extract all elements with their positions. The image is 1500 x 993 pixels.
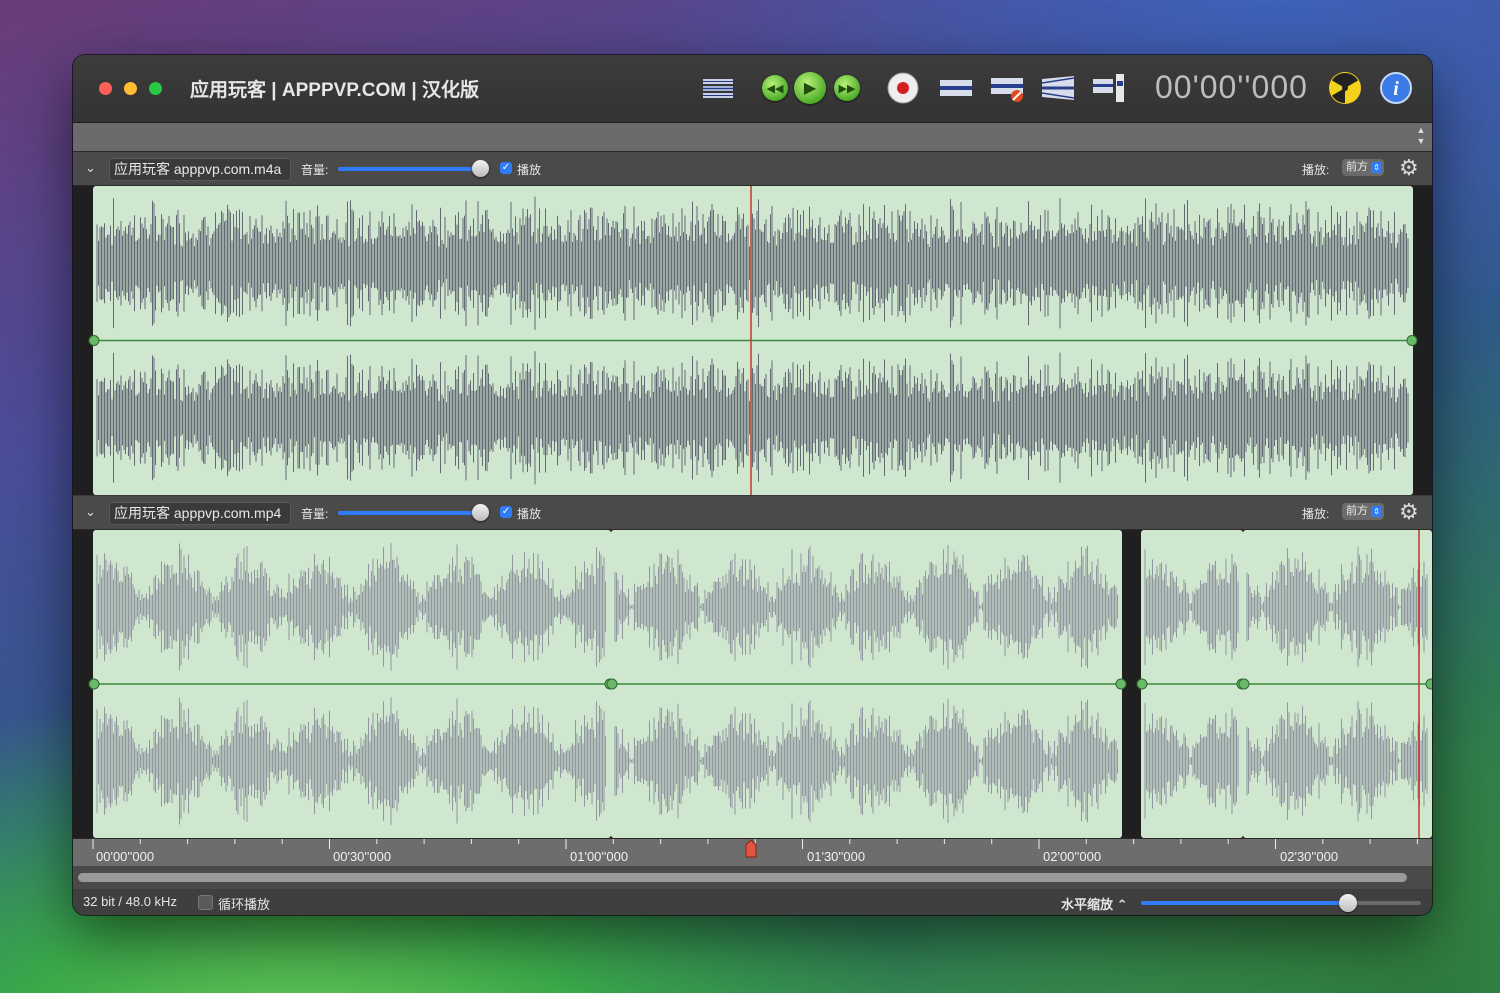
playback-label: 播放: bbox=[1302, 507, 1330, 521]
horizontal-scrollbar[interactable] bbox=[73, 866, 1432, 889]
zoom-window-button[interactable] bbox=[149, 82, 162, 95]
ruler-label: 02'30''000 bbox=[1280, 849, 1339, 864]
zoom-label[interactable]: 水平缩放 ⌃ bbox=[1061, 894, 1128, 913]
envelope-point bbox=[1238, 678, 1250, 690]
envelope-point bbox=[1406, 335, 1418, 346]
zoom-slider-knob[interactable] bbox=[1339, 894, 1358, 912]
rewind-icon: ◀◀ bbox=[762, 75, 788, 101]
track-2-canvas bbox=[88, 530, 1432, 838]
envelope-point bbox=[1136, 678, 1148, 690]
track-header-2: ⌄ 应用玩客 apppvp.com.mp4 音量: ✓ 播放 播放: 前方 ⇕ … bbox=[73, 496, 1432, 530]
overview-bar: ▲ ▼ bbox=[73, 123, 1432, 152]
record-button[interactable] bbox=[886, 71, 920, 105]
envelope-point bbox=[1115, 678, 1127, 690]
vertical-scroll-arrows-icon[interactable]: ▲ ▼ bbox=[1414, 125, 1428, 149]
gear-icon[interactable]: ⚙ bbox=[1399, 156, 1419, 180]
play-checkbox-label: 播放 bbox=[517, 507, 542, 521]
volume-slider-track[interactable] bbox=[338, 511, 483, 515]
audio-format-label: 32 bit / 48.0 kHz bbox=[83, 894, 177, 909]
fast-forward-button[interactable]: ▶▶ bbox=[833, 71, 861, 105]
ruler-label: 02'00''000 bbox=[1043, 849, 1102, 864]
ruler-label: 00'00''000 bbox=[96, 849, 155, 864]
loop-checkbox[interactable] bbox=[198, 895, 213, 910]
envelope-point bbox=[88, 335, 100, 346]
rewind-button[interactable]: ◀◀ bbox=[761, 71, 789, 105]
track-name-field[interactable]: 应用玩客 apppvp.com.m4a bbox=[109, 158, 291, 181]
playback-label: 播放: bbox=[1302, 163, 1330, 177]
ruler-label: 01'00''000 bbox=[570, 849, 629, 864]
fast-forward-icon: ▶▶ bbox=[834, 75, 860, 101]
playback-mode-select[interactable]: 前方 ⇕ bbox=[1342, 503, 1384, 520]
record-icon bbox=[887, 72, 919, 104]
play-icon: ▶ bbox=[794, 72, 826, 104]
loop-checkbox-label: 循环播放 bbox=[218, 897, 271, 912]
status-bar: 32 bit / 48.0 kHz 循环播放 水平缩放 ⌃ bbox=[73, 889, 1432, 915]
track-name-field[interactable]: 应用玩客 apppvp.com.mp4 bbox=[109, 502, 291, 525]
zoom-slider-fill bbox=[1141, 901, 1349, 905]
timecode-display: 00'00''000 bbox=[1155, 69, 1308, 105]
play-checkbox[interactable]: ✓ bbox=[500, 162, 512, 174]
playback-mode-value: 前方 bbox=[1346, 161, 1368, 173]
updown-chevron-icon: ⇕ bbox=[1371, 162, 1382, 173]
fade-button[interactable] bbox=[1040, 71, 1076, 105]
volume-label: 音量: bbox=[301, 507, 329, 521]
track-area-2 bbox=[73, 530, 1432, 838]
clip-button[interactable] bbox=[938, 71, 974, 105]
tracks-button[interactable] bbox=[701, 71, 735, 105]
collapse-chevron-icon[interactable]: ⌄ bbox=[85, 160, 96, 176]
volume-slider-track[interactable] bbox=[338, 167, 483, 171]
clip-icon bbox=[940, 80, 972, 96]
play-button[interactable]: ▶ bbox=[793, 71, 827, 105]
collapse-chevron-icon[interactable]: ⌄ bbox=[85, 504, 96, 520]
play-checkbox-label: 播放 bbox=[517, 163, 542, 177]
mixer-icon bbox=[1093, 74, 1124, 102]
time-ruler[interactable]: 00'00''000 00'30''000 01'00''000 01'30''… bbox=[73, 838, 1432, 867]
info-icon: i bbox=[1380, 72, 1412, 104]
track-header-1: ⌄ 应用玩客 apppvp.com.m4a 音量: ✓ 播放 播放: 前方 ⇕ … bbox=[73, 152, 1432, 186]
volume-label: 音量: bbox=[301, 163, 329, 177]
title-bar: 应用玩客 | APPPVP.COM | 汉化版 ◀◀ ▶ ▶▶ 00'00''0… bbox=[73, 55, 1432, 123]
volume-slider-knob[interactable] bbox=[472, 504, 489, 521]
envelope-point bbox=[1425, 678, 1432, 690]
nuke-button[interactable] bbox=[1327, 71, 1363, 105]
clip-delete-icon bbox=[991, 78, 1023, 102]
svg-text:i: i bbox=[1393, 78, 1399, 100]
playback-mode-select[interactable]: 前方 ⇕ bbox=[1342, 159, 1384, 176]
clip-delete-button[interactable] bbox=[990, 71, 1026, 105]
mixer-button[interactable] bbox=[1091, 71, 1127, 105]
info-button[interactable]: i bbox=[1379, 71, 1413, 105]
radiation-icon bbox=[1329, 72, 1361, 104]
updown-chevron-icon: ⇕ bbox=[1371, 506, 1382, 517]
envelope-point bbox=[606, 678, 618, 690]
envelope-point bbox=[88, 678, 100, 690]
playback-mode-value: 前方 bbox=[1346, 505, 1368, 517]
minimize-window-button[interactable] bbox=[124, 82, 137, 95]
track-area-1 bbox=[73, 186, 1432, 495]
tracks-icon bbox=[703, 79, 733, 98]
play-checkbox[interactable]: ✓ bbox=[500, 506, 512, 518]
volume-slider-knob[interactable] bbox=[472, 160, 489, 177]
gear-icon[interactable]: ⚙ bbox=[1399, 500, 1419, 524]
playhead-marker-icon[interactable] bbox=[744, 839, 758, 859]
window-title: 应用玩客 | APPPVP.COM | 汉化版 bbox=[190, 80, 479, 101]
ruler-label: 01'30''000 bbox=[807, 849, 866, 864]
ruler-label: 00'30''000 bbox=[333, 849, 392, 864]
fade-icon bbox=[1041, 76, 1075, 100]
horizontal-scroll-thumb[interactable] bbox=[78, 873, 1407, 882]
zoom-slider-track[interactable] bbox=[1141, 894, 1421, 912]
app-window: 应用玩客 | APPPVP.COM | 汉化版 ◀◀ ▶ ▶▶ 00'00''0… bbox=[73, 55, 1432, 915]
close-window-button[interactable] bbox=[99, 82, 112, 95]
track-1-canvas bbox=[88, 186, 1418, 495]
